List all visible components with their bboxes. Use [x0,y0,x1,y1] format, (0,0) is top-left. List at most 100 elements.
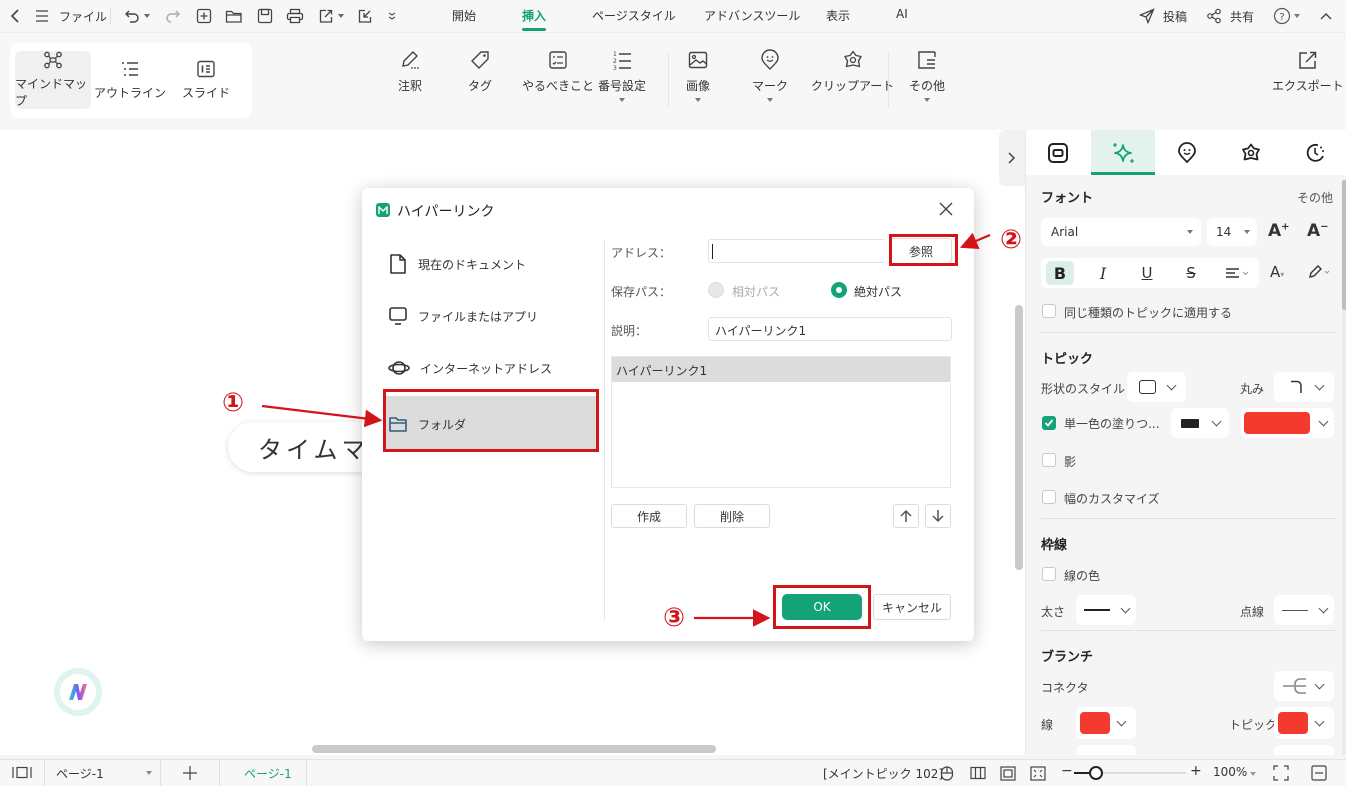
collapse-ribbon-icon[interactable] [1316,6,1336,26]
mark-dropdown-icon[interactable] [767,98,773,102]
undo-icon[interactable] [122,6,142,26]
tab-home[interactable]: 開始 [452,7,476,24]
hamburger-menu-icon[interactable] [32,6,52,26]
image-dropdown-icon[interactable] [695,98,701,102]
new-icon[interactable] [194,6,214,26]
import-icon[interactable] [355,6,375,26]
clipart-button[interactable]: クリップアート [811,49,894,94]
annotation-button[interactable]: 注釈 [398,49,422,94]
dash-select[interactable] [1274,595,1334,625]
branch-topic-color-select[interactable] [1274,707,1334,739]
view-slide-button[interactable]: スライド [168,51,244,109]
hyperlink-list-item[interactable]: ハイパーリンク1 [612,357,950,382]
fit-screen-icon[interactable] [1030,766,1046,781]
page-panel-icon[interactable] [12,766,32,779]
zoom-slider[interactable] [1074,766,1186,780]
print-icon[interactable] [285,6,305,26]
help-icon[interactable]: ? [1272,6,1292,26]
zoom-percent[interactable]: 100% [1213,765,1247,779]
font-color-button[interactable]: A▾ [1270,263,1284,281]
redo-icon[interactable] [163,6,183,26]
description-input[interactable]: ハイパーリンク1 [708,317,952,341]
fill-pattern-select[interactable] [1171,408,1229,438]
help-dropdown-icon[interactable] [1294,14,1300,18]
line-color-checkbox[interactable] [1042,567,1056,581]
partial-select[interactable] [1274,745,1334,755]
shape-style-select[interactable] [1127,372,1186,402]
panel-collapse-button[interactable] [999,130,1025,186]
export-button[interactable]: エクスポート [1272,49,1344,94]
move-down-button[interactable] [925,504,951,528]
todo-button[interactable]: やるべきこと [522,49,594,94]
corner-select[interactable] [1274,372,1334,402]
browse-button[interactable]: 参照 [890,238,952,264]
partial-select[interactable] [1076,745,1136,755]
tab-page-style[interactable]: ページスタイル [592,7,676,24]
tab-clipart[interactable] [1219,130,1283,175]
save-icon[interactable] [255,6,275,26]
relative-path-radio[interactable] [708,282,724,298]
decrease-font-icon[interactable]: A− [1307,221,1329,241]
tab-history[interactable] [1283,130,1346,175]
font-family-select[interactable]: Arial [1041,218,1201,246]
horizontal-scrollbar[interactable] [312,745,716,753]
fullscreen-icon[interactable] [1273,765,1289,781]
tab-ai-style[interactable] [1091,130,1155,175]
numbering-dropdown-icon[interactable] [619,98,625,102]
mark-button[interactable]: マーク [752,49,788,102]
apply-same-checkbox[interactable] [1042,304,1056,318]
underline-button[interactable]: U [1133,261,1161,285]
tab-mark[interactable] [1155,130,1219,175]
export-dropdown-icon[interactable] [338,14,344,18]
back-icon[interactable] [5,6,25,26]
fit-width-icon[interactable] [1311,765,1327,781]
numbering-button[interactable]: 123 番号設定 [598,49,646,102]
delete-button[interactable]: 削除 [694,504,770,528]
zoom-out-button[interactable]: − [1061,763,1073,779]
panel-scrollbar[interactable] [1342,180,1346,310]
share-button[interactable]: 共有 [1230,8,1254,25]
export-share-icon[interactable] [316,6,336,26]
tab-advanced-tools[interactable]: アドバンスツール [704,7,800,24]
other-button[interactable]: その他 [909,49,945,102]
open-folder-icon[interactable] [224,6,244,26]
add-page-icon[interactable] [182,765,198,781]
zoom-slider-handle[interactable] [1089,766,1104,780]
thickness-select[interactable] [1076,595,1136,625]
shadow-checkbox[interactable] [1042,453,1056,467]
move-up-button[interactable] [893,504,919,528]
italic-button[interactable]: I [1089,261,1117,285]
font-more-link[interactable]: その他 [1297,189,1333,206]
create-button[interactable]: 作成 [611,504,687,528]
link-type-current-document[interactable]: 現在のドキュメント [384,240,598,288]
solid-fill-checkbox[interactable] [1042,416,1056,430]
fit-page-icon[interactable] [1000,766,1016,781]
cancel-button[interactable]: キャンセル [873,594,951,620]
strikethrough-button[interactable]: S [1177,261,1205,285]
close-icon[interactable] [939,202,953,216]
branch-line-color-select[interactable] [1076,707,1136,739]
tab-ai[interactable]: AI [896,7,908,21]
post-button[interactable]: 投稿 [1163,8,1187,25]
link-type-folder[interactable]: フォルダ [384,396,598,452]
more-tools-icon[interactable] [382,6,402,26]
link-type-internet-address[interactable]: インターネットアドレス [384,344,598,392]
view-outline-button[interactable]: アウトライン [92,51,168,109]
zoom-dropdown-icon[interactable] [1250,772,1256,776]
zoom-in-button[interactable]: + [1190,763,1202,779]
tab-style[interactable] [1026,130,1090,175]
link-type-file-or-app[interactable]: ファイルまたはアプリ [384,292,598,340]
ok-button[interactable]: OK [782,594,862,620]
share-icon[interactable] [1204,6,1224,26]
page-tab[interactable]: ページ-1 [244,765,292,782]
canvas-vertical-scrollbar[interactable] [1015,305,1023,570]
bold-button[interactable]: B [1046,261,1074,285]
absolute-path-radio[interactable] [831,282,847,298]
tab-insert[interactable]: 挿入 [522,7,547,31]
file-menu[interactable]: ファイル [59,8,107,25]
page-select[interactable]: ページ-1 [46,760,160,786]
highlight-button[interactable] [1307,264,1331,280]
send-icon[interactable] [1137,6,1157,26]
image-button[interactable]: 画像 [686,49,710,102]
tag-button[interactable]: タグ [468,49,492,94]
